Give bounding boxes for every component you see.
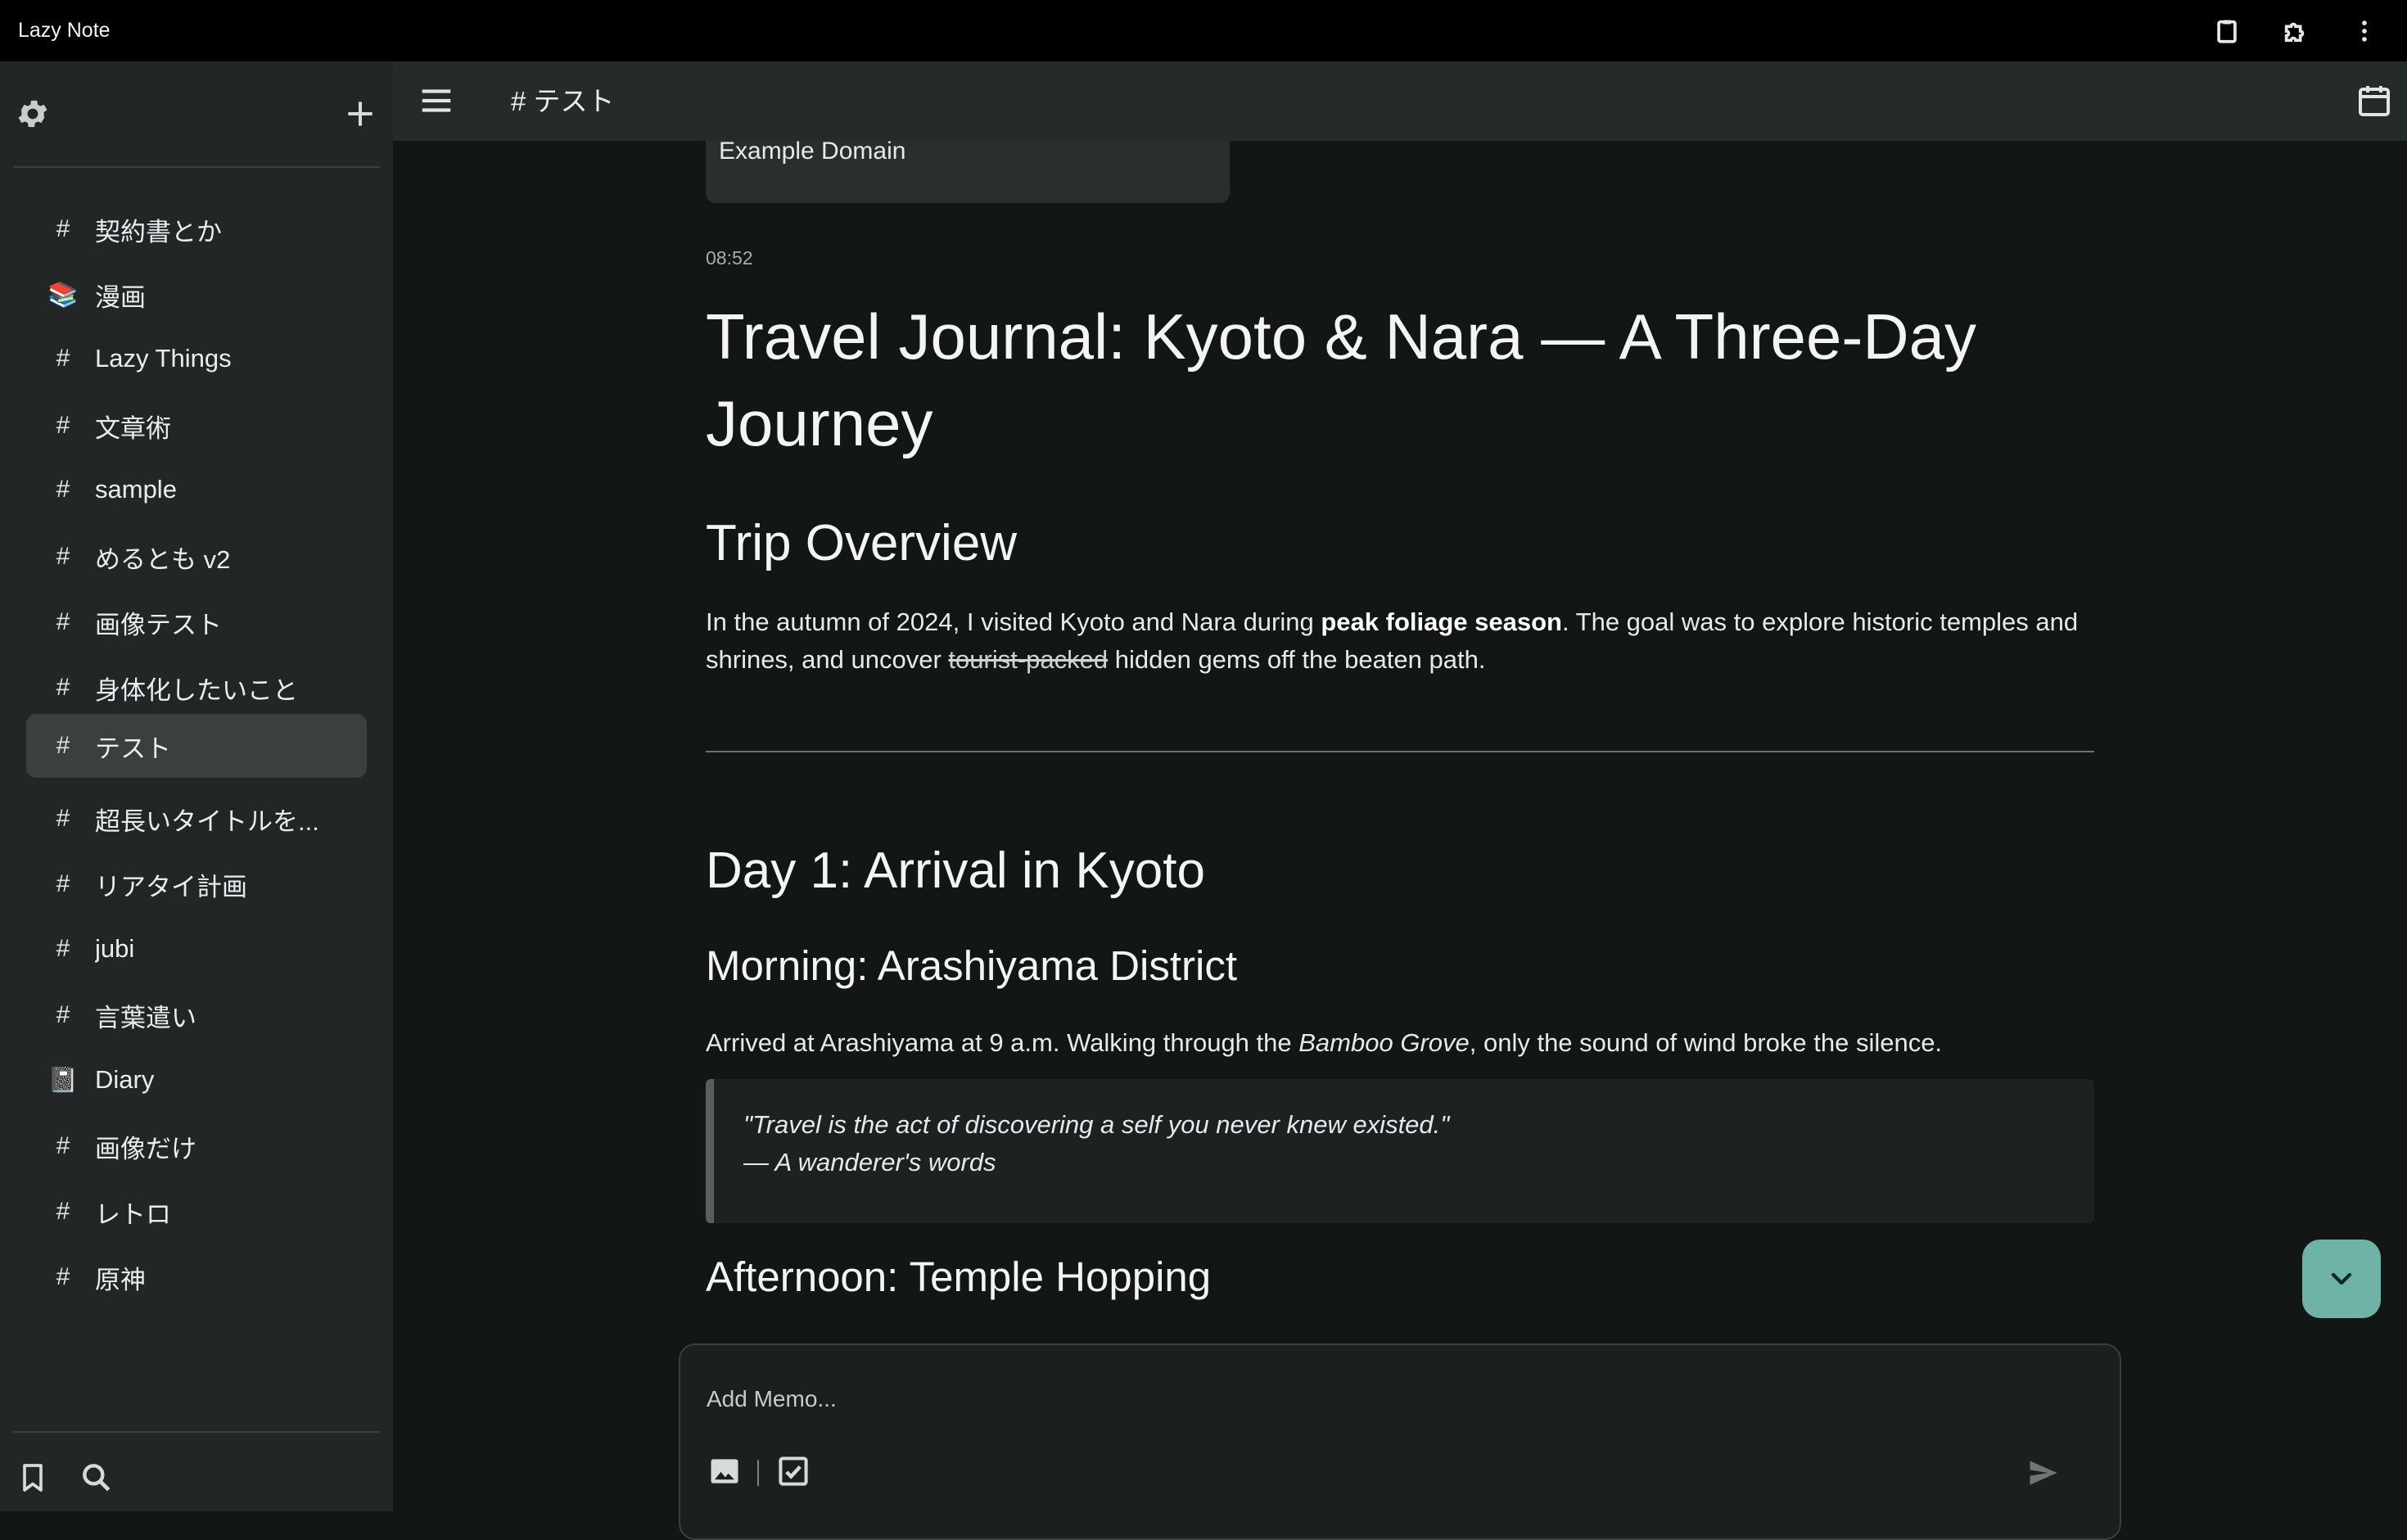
sidebar-divider (13, 1431, 380, 1433)
scroll-down-button[interactable] (2302, 1240, 2381, 1318)
sidebar-item-active[interactable]: # テスト (26, 714, 367, 778)
sidebar-toolbar (0, 61, 393, 166)
sidebar-item[interactable]: # 原神 (26, 1245, 367, 1309)
sidebar-item-label: 漫画 (95, 282, 146, 312)
clipboard-icon[interactable] (2192, 0, 2261, 61)
sidebar-item-label: リアタイ計画 (95, 872, 247, 901)
tag-symbol: # (56, 412, 70, 439)
italic-text: Bamboo Grove (1298, 1028, 1470, 1057)
sidebar-item-label: 画像だけ (95, 1134, 196, 1163)
breadcrumb: # テスト (511, 86, 615, 116)
memo-composer: Add Memo... (679, 1344, 2121, 1540)
sidebar-item[interactable]: 📓 Diary (26, 1048, 367, 1112)
image-icon[interactable] (707, 1453, 743, 1489)
sidebar-item-label: Lazy Things (95, 344, 232, 373)
memo-input[interactable]: Add Memo... (707, 1386, 837, 1412)
note-header: # テスト (393, 61, 2407, 141)
search-icon[interactable] (79, 1460, 115, 1496)
notebook-emoji-icon: 📓 (47, 1066, 79, 1094)
checkbox-icon[interactable] (775, 1453, 811, 1489)
horizontal-rule (706, 751, 2094, 752)
sidebar-item[interactable]: # 身体化したいこと (26, 656, 367, 720)
tag-symbol: # (56, 608, 70, 635)
sidebar-item[interactable]: # リアタイ計画 (26, 852, 367, 916)
quote-attribution: — A wanderer's words (743, 1148, 996, 1176)
sidebar-item-label: jubi (95, 934, 135, 963)
more-vert-icon[interactable] (2330, 0, 2399, 61)
calendar-icon[interactable] (2355, 81, 2394, 120)
overview-paragraph: In the autumn of 2024, I visited Kyoto a… (706, 607, 2079, 674)
sidebar-item-label: 超長いタイトルを... (95, 806, 319, 836)
bookmark-icon[interactable] (16, 1460, 49, 1496)
tag-symbol: # (56, 732, 70, 759)
window-titlebar: Lazy Note (0, 0, 2407, 61)
sidebar-item-label: 文章術 (95, 413, 171, 443)
sidebar-item[interactable]: # jubi (26, 917, 367, 981)
send-icon[interactable] (2025, 1455, 2062, 1491)
section-heading: Trip Overview (706, 515, 1018, 571)
books-emoji-icon: 📚 (47, 281, 79, 309)
section-heading: Day 1: Arrival in Kyoto (706, 842, 1205, 899)
tag-symbol: # (56, 1001, 70, 1028)
sidebar-item-label: 原神 (95, 1265, 146, 1294)
sidebar: # 契約書とか 📚 漫画 # Lazy Things # 文章術 # sample # める… (0, 61, 393, 1511)
sidebar-item-label: Diary (95, 1065, 155, 1094)
tag-symbol: # (56, 476, 70, 503)
morning-paragraph: Arrived at Arashiyama at 9 a.m. Walking … (706, 1028, 1943, 1057)
subsection-heading: Afternoon: Temple Hopping (706, 1253, 1212, 1300)
sidebar-item[interactable]: # 契約書とか (26, 197, 367, 261)
extension-icon[interactable] (2261, 0, 2330, 61)
menu-icon[interactable] (418, 82, 455, 120)
sidebar-item[interactable]: # Lazy Things (26, 327, 367, 391)
tag-symbol: # (56, 345, 70, 372)
tag-symbol: # (56, 674, 70, 701)
tag-symbol: # (56, 1263, 70, 1290)
strikethrough-text: tourist-packed (948, 645, 1109, 674)
sidebar-item-label: 言葉遣い (95, 1003, 196, 1032)
sidebar-item-label: 画像テスト (95, 610, 222, 639)
link-preview-card[interactable]: Example Domain (706, 141, 1230, 203)
toolbar-separator (757, 1460, 759, 1486)
sidebar-item[interactable]: # sample (26, 458, 367, 522)
quote-text: "Travel is the act of discovering a self… (743, 1110, 1450, 1139)
sidebar-item[interactable]: # 画像だけ (26, 1114, 367, 1178)
memo-timestamp: 08:52 (706, 247, 753, 269)
sidebar-item[interactable]: # レトロ (26, 1180, 367, 1244)
sidebar-item-label: レトロ (95, 1199, 171, 1229)
sidebar-item-label: めるとも v2 (95, 544, 231, 574)
add-icon[interactable] (342, 96, 378, 132)
settings-icon[interactable] (15, 96, 51, 132)
sidebar-item[interactable]: # 言葉遣い (26, 983, 367, 1047)
bold-text: peak foliage season (1321, 607, 1562, 636)
chevron-down-icon (2331, 1272, 2352, 1285)
tag-symbol: # (56, 870, 70, 897)
sidebar-item-label: 契約書とか (95, 217, 222, 246)
sidebar-item-label: 身体化したいこと (95, 675, 298, 705)
sidebar-item-label: テスト (95, 734, 171, 763)
titlebar-actions (2192, 0, 2399, 61)
sidebar-item[interactable]: # 文章術 (26, 394, 367, 458)
sidebar-item[interactable]: # めるとも v2 (26, 525, 367, 589)
sidebar-item[interactable]: # 画像テスト (26, 590, 367, 654)
subsection-heading: Morning: Arashiyama District (706, 942, 1238, 989)
tag-symbol: # (56, 215, 70, 242)
tag-symbol: # (56, 805, 70, 832)
tag-symbol: # (56, 1198, 70, 1225)
sidebar-item-label: sample (95, 475, 177, 504)
tag-symbol: # (56, 935, 70, 962)
app-title: Lazy Note (18, 19, 111, 42)
sidebar-footer (0, 1453, 393, 1511)
note-content: Example Domain 08:52 Travel Journal: Kyo… (393, 141, 2407, 1511)
sidebar-item[interactable]: 📚 漫画 (26, 263, 367, 327)
tag-symbol: # (56, 1132, 70, 1159)
sidebar-item[interactable]: # 超長いタイトルを... (26, 787, 367, 851)
tag-symbol: # (56, 543, 70, 570)
sidebar-divider (13, 166, 380, 168)
note-title: Travel Journal: Kyoto & Nara — A Three-D… (706, 300, 1977, 459)
link-preview-title: Example Domain (719, 141, 906, 165)
blockquote: "Travel is the act of discovering a self… (706, 1079, 2094, 1223)
